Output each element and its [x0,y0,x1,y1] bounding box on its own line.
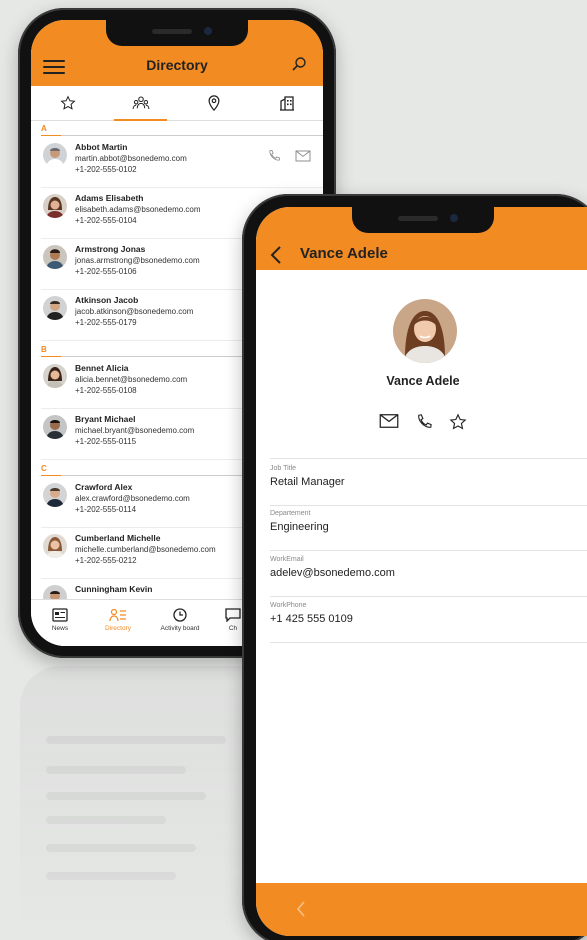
field-work-phone[interactable]: WorkPhone +1 425 555 0109 [270,596,587,643]
field-value[interactable]: +1 425 555 0109 [270,613,353,625]
contact-phone: +1-202-555-0106 [75,267,137,276]
profile-phone: Vance Adele Vance Adele Job Title Retail… [242,194,587,940]
avatar [43,364,67,388]
section-header: A [41,124,323,137]
contact-phone: +1-202-555-0179 [75,318,137,327]
contact-email: michelle.cumberland@bsonedemo.com [75,545,216,554]
page-title: Directory [146,57,208,73]
profile-screen: Vance Adele Vance Adele Job Title Retail… [256,207,587,936]
contact-email: jacob.atkinson@bsonedemo.com [75,307,194,316]
contact-name: Cunningham Kevin [75,584,153,594]
profile-footer [256,883,587,936]
star-icon [59,95,76,110]
field-value: Engineering [270,521,329,533]
back-arrow-icon[interactable] [270,246,282,264]
search-icon[interactable] [291,56,307,72]
stage: Directory A Abbot Martin martin.abbot@bs… [0,0,587,940]
profile-avatar [393,299,457,363]
contact-name: Bennet Alicia [75,363,129,373]
field-job-title: Job Title Retail Manager [270,458,587,506]
directory-tabs [31,86,323,121]
mail-icon[interactable] [295,149,311,163]
tab-people[interactable] [104,86,177,121]
avatar [43,483,67,507]
clock-icon [173,608,187,622]
field-work-email[interactable]: WorkEmail adelev@bsonedemo.com [270,550,587,597]
contact-phone: +1-202-555-0102 [75,165,137,174]
profile-header-title: Vance Adele [300,245,388,262]
avatar [43,296,67,320]
nav-news[interactable]: News [31,600,89,646]
contact-name: Crawford Alex [75,482,133,492]
phone-icon[interactable] [415,413,433,431]
people-icon [132,96,149,110]
nav-directory[interactable]: Directory [89,600,147,646]
contact-phone: +1-202-555-0115 [75,437,137,446]
avatar [43,534,67,558]
contact-name: Abbot Martin [75,142,128,152]
directory-icon [109,608,126,622]
tab-favorites[interactable] [31,86,104,120]
tab-locations[interactable] [177,86,250,120]
contact-email: alex.crawford@bsonedemo.com [75,494,190,503]
mail-icon[interactable] [379,413,399,429]
profile-name: Vance Adele [386,374,460,388]
contact-name: Cumberland Michelle [75,533,161,543]
location-pin-icon [207,95,220,111]
nav-label: Ch [228,625,238,632]
contact-email: elisabeth.adams@bsonedemo.com [75,205,201,214]
field-value[interactable]: adelev@bsonedemo.com [270,567,395,579]
phone-icon[interactable] [267,149,281,163]
building-icon [279,96,294,111]
contact-phone: +1-202-555-0104 [75,216,137,225]
avatar [43,143,67,167]
field-label: WorkEmail [270,556,304,563]
contact-name: Bryant Michael [75,414,136,424]
field-label: Job Title [270,465,297,472]
field-value: Retail Manager [270,476,345,488]
contact-name: Adams Elisabeth [75,193,144,203]
contact-name: Armstrong Jonas [75,244,146,254]
star-icon[interactable] [449,413,467,431]
contact-phone: +1-202-555-0212 [75,556,137,565]
tab-buildings[interactable] [250,86,323,120]
back-chevron-icon[interactable] [296,901,306,917]
field-department: Departement Engineering [270,504,587,551]
chat-icon [225,608,241,622]
contact-phone: +1-202-555-0114 [75,505,137,514]
news-icon [52,608,68,622]
field-label: Departement [270,510,311,517]
avatar [43,245,67,269]
contact-email: michael.bryant@bsonedemo.com [75,426,195,435]
profile-actions [256,413,587,431]
avatar [43,194,67,218]
field-label: WorkPhone [270,602,307,609]
nav-label: News [51,625,69,632]
list-item[interactable]: Abbot Martin martin.abbot@bsonedemo.com … [41,137,323,188]
nav-label: Directory [104,625,131,632]
contact-phone: +1-202-555-0108 [75,386,137,395]
nav-activity-board[interactable]: Activity board [147,600,213,646]
contact-email: martin.abbot@bsonedemo.com [75,154,187,163]
nav-label: Activity board [160,625,200,632]
contact-email: jonas.armstrong@bsonedemo.com [75,256,200,265]
contact-email: alicia.bennet@bsonedemo.com [75,375,188,384]
avatar [43,415,67,439]
contact-name: Atkinson Jacob [75,295,139,305]
